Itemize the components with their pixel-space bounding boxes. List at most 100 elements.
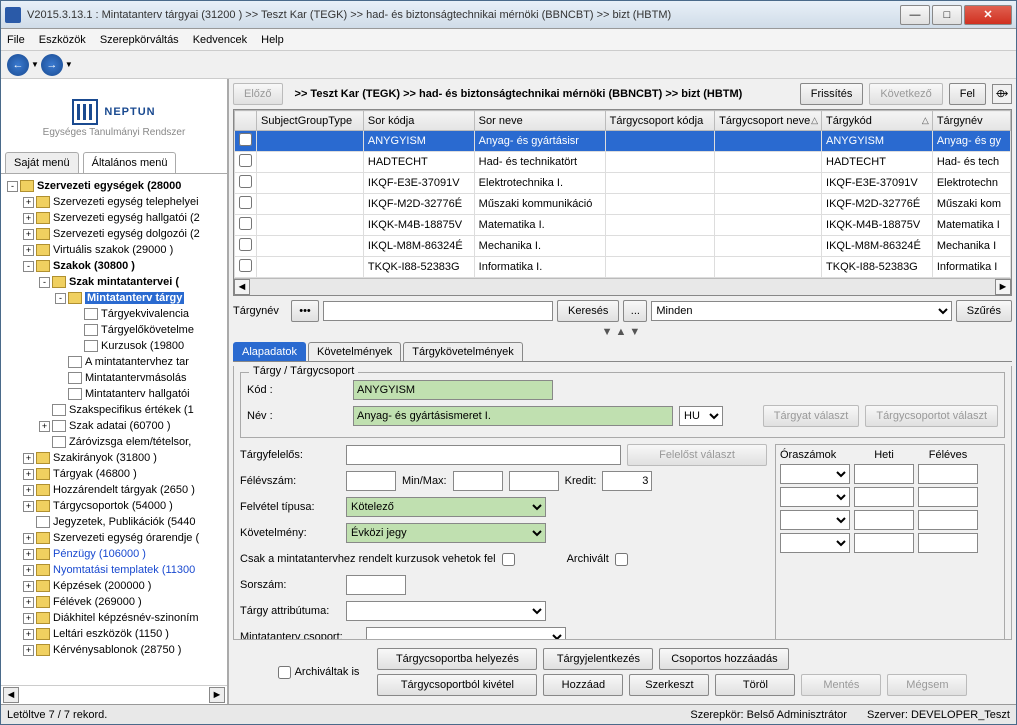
maximize-button[interactable]: □ — [932, 5, 962, 25]
table-row[interactable]: TKQK-I88-52383GInformatika I.TKQK-I88-52… — [235, 257, 1011, 278]
tree-item[interactable]: +Szak adatai (60700 ) — [3, 418, 225, 434]
tree-expand-icon[interactable]: - — [55, 293, 66, 304]
up-button[interactable]: Fel — [949, 83, 986, 105]
tree-item[interactable]: +Pénzügy (106000 ) — [3, 546, 225, 562]
tree-expand-icon[interactable]: + — [23, 245, 34, 256]
tree-item[interactable]: Szakspecifikus értékek (1 — [3, 402, 225, 418]
tree-item[interactable]: -Mintatanterv tárgy — [3, 290, 225, 306]
filter-select[interactable]: Minden — [651, 301, 951, 321]
tab-general-menu[interactable]: Általános menü — [83, 152, 177, 173]
menu-favorites[interactable]: Kedvencek — [193, 34, 247, 46]
search-more-button[interactable]: ... — [623, 300, 647, 322]
cancel-button[interactable]: Mégsem — [887, 674, 967, 696]
tree-item[interactable]: Kurzusok (19800 — [3, 338, 225, 354]
tree-expand-icon[interactable]: + — [23, 565, 34, 576]
row-checkbox[interactable] — [239, 238, 252, 251]
tree-item[interactable]: +Hozzárendelt tárgyak (2650 ) — [3, 482, 225, 498]
archived-checkbox[interactable] — [615, 553, 628, 566]
hours-w-2[interactable] — [854, 487, 914, 507]
tree-item[interactable]: Mintatanterv hallgatói — [3, 386, 225, 402]
close-button[interactable]: ✕ — [964, 5, 1012, 25]
tree-item[interactable]: +Szervezeti egység telephelyei — [3, 194, 225, 210]
scroll-right-icon[interactable]: ► — [995, 279, 1011, 295]
prev-button[interactable]: Előző — [233, 83, 283, 105]
tree-expand-icon[interactable]: + — [23, 549, 34, 560]
column-header[interactable]: Tárgykód△ — [822, 111, 933, 131]
tree-item[interactable]: +Szervezeti egység órarendje ( — [3, 530, 225, 546]
archived-too-checkbox[interactable] — [278, 666, 291, 679]
subject-reg-button[interactable]: Tárgyjelentkezés — [543, 648, 653, 670]
column-header[interactable]: Tárgynév — [932, 111, 1010, 131]
table-row[interactable]: ANYGYISMAnyag- és gyártásisrANYGYISMAnya… — [235, 131, 1011, 152]
enrolltype-select[interactable]: Kötelező — [346, 497, 546, 517]
back-dropdown-icon[interactable]: ▼ — [31, 60, 39, 69]
hours-s-4[interactable] — [918, 533, 978, 553]
tree-item[interactable]: +Leltári eszközök (1150 ) — [3, 626, 225, 642]
tree-item[interactable]: Mintatantervmásolás — [3, 370, 225, 386]
tree-item[interactable]: +Tárgyak (46800 ) — [3, 466, 225, 482]
tree-item[interactable]: -Szak mintatantervei ( — [3, 274, 225, 290]
choose-subject-button[interactable]: Tárgyat választ — [763, 405, 860, 427]
minimize-button[interactable]: ― — [900, 5, 930, 25]
tree-expand-icon[interactable]: - — [39, 277, 50, 288]
column-header[interactable]: Tárgycsoport kódja — [605, 111, 714, 131]
tree-item[interactable]: -Szakok (30800 ) — [3, 258, 225, 274]
tree-expand-icon[interactable]: + — [23, 645, 34, 656]
table-row[interactable]: IKQF-E3E-37091VElektrotechnika I.IKQF-E3… — [235, 173, 1011, 194]
choose-group-button[interactable]: Tárgycsoportot választ — [865, 405, 998, 427]
collapse-handle[interactable]: ▼▲▼ — [233, 326, 1012, 338]
to-group-button[interactable]: Tárgycsoportba helyezés — [377, 648, 537, 670]
edit-button[interactable]: Szerkeszt — [629, 674, 709, 696]
tree-item[interactable]: +Tárgycsoportok (54000 ) — [3, 498, 225, 514]
hours-type-3[interactable] — [780, 510, 850, 530]
hours-type-1[interactable] — [780, 464, 850, 484]
tree-expand-icon[interactable]: + — [23, 453, 34, 464]
column-header[interactable]: Sor kódja — [363, 111, 474, 131]
menu-help[interactable]: Help — [261, 34, 284, 46]
refresh-button[interactable]: Frissítés — [800, 83, 864, 105]
tree-expand-icon[interactable]: - — [7, 181, 18, 192]
min-input[interactable] — [453, 471, 503, 491]
tree[interactable]: -Szervezeti egységek (28000+Szervezeti e… — [1, 174, 227, 685]
hours-type-4[interactable] — [780, 533, 850, 553]
row-checkbox[interactable] — [239, 175, 252, 188]
mtgroup-select[interactable] — [366, 627, 566, 640]
titlebar[interactable]: V2015.3.13.1 : Mintatanterv tárgyai (312… — [1, 1, 1016, 29]
semester-input[interactable] — [346, 471, 396, 491]
tree-expand-icon[interactable]: + — [23, 229, 34, 240]
tree-expand-icon[interactable]: + — [23, 533, 34, 544]
next-button[interactable]: Következő — [869, 83, 942, 105]
attr-select[interactable] — [346, 601, 546, 621]
menu-file[interactable]: File — [7, 34, 25, 46]
hours-s-2[interactable] — [918, 487, 978, 507]
tree-item[interactable]: Jegyzetek, Publikációk (5440 — [3, 514, 225, 530]
row-checkbox[interactable] — [239, 217, 252, 230]
menu-rolechange[interactable]: Szerepkörváltás — [100, 34, 179, 46]
tree-item[interactable]: +Szervezeti egység dolgozói (2 — [3, 226, 225, 242]
requirement-select[interactable]: Évközi jegy — [346, 523, 546, 543]
scroll-left-icon[interactable]: ◄ — [234, 279, 250, 295]
hours-s-1[interactable] — [918, 464, 978, 484]
table-row[interactable]: HADTECHTHad- és technikatörtHADTECHTHad-… — [235, 152, 1011, 173]
row-checkbox[interactable] — [239, 154, 252, 167]
scroll-right-icon[interactable]: ► — [209, 687, 225, 703]
tree-item[interactable]: +Képzések (200000 ) — [3, 578, 225, 594]
column-header[interactable]: Sor neve — [474, 111, 605, 131]
hours-w-4[interactable] — [854, 533, 914, 553]
hours-s-3[interactable] — [918, 510, 978, 530]
tree-expand-icon[interactable]: + — [23, 469, 34, 480]
delete-button[interactable]: Töröl — [715, 674, 795, 696]
menu-tools[interactable]: Eszközök — [39, 34, 86, 46]
tree-item[interactable]: +Nyomtatási templatek (11300 — [3, 562, 225, 578]
tree-expand-icon[interactable]: + — [23, 581, 34, 592]
lang-select[interactable]: HU — [679, 406, 723, 426]
tree-hscroll[interactable]: ◄ ► — [1, 685, 227, 704]
forward-dropdown-icon[interactable]: ▼ — [65, 60, 73, 69]
column-header[interactable]: Tárgycsoport neve△ — [715, 111, 822, 131]
tree-item[interactable]: Tárgyekvivalencia — [3, 306, 225, 322]
row-checkbox[interactable] — [239, 133, 252, 146]
forward-button[interactable]: → — [41, 54, 63, 76]
credit-input[interactable] — [602, 471, 652, 491]
tree-item[interactable]: A mintatantervhez tar — [3, 354, 225, 370]
data-grid[interactable]: SubjectGroupTypeSor kódjaSor neveTárgycs… — [234, 110, 1011, 278]
